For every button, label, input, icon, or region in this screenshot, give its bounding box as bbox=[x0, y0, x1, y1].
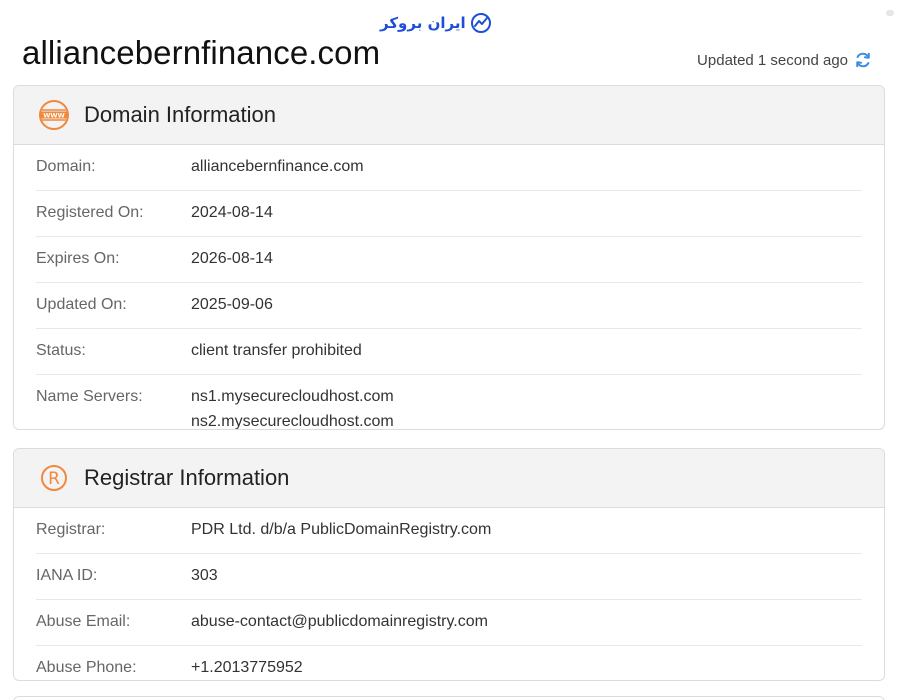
iana-id-label: IANA ID: bbox=[36, 567, 98, 584]
domain-label: Domain: bbox=[36, 158, 96, 175]
registrar-information-card: R Registrar Information Registrar: PDR L… bbox=[13, 448, 885, 681]
abuse-phone-label: Abuse Phone: bbox=[36, 659, 137, 676]
registrar-information-header: R Registrar Information bbox=[14, 449, 884, 508]
expires-on-label: Expires On: bbox=[36, 250, 120, 267]
updated-on-row: Updated On: 2025-09-06 bbox=[36, 283, 862, 329]
iana-id-row: IANA ID: 303 bbox=[36, 554, 862, 600]
expires-on-value: 2026-08-14 bbox=[191, 250, 273, 267]
next-card-edge bbox=[13, 696, 885, 700]
registered-on-value: 2024-08-14 bbox=[191, 204, 273, 221]
domain-information-header: WWW Domain Information bbox=[14, 86, 884, 145]
registrar-information-rows: Registrar: PDR Ltd. d/b/a PublicDomainRe… bbox=[14, 508, 884, 680]
registered-r-icon: R bbox=[38, 462, 70, 494]
domain-row: Domain: alliancebernfinance.com bbox=[36, 145, 862, 191]
domain-information-rows: Domain: alliancebernfinance.com Register… bbox=[14, 145, 884, 430]
status-label: Status: bbox=[36, 342, 86, 359]
expires-on-row: Expires On: 2026-08-14 bbox=[36, 237, 862, 283]
svg-text:R: R bbox=[48, 469, 60, 489]
name-servers-value: ns1.mysecurecloudhost.com ns2.mysecurecl… bbox=[191, 384, 394, 430]
registered-on-label: Registered On: bbox=[36, 204, 144, 221]
domain-information-card: WWW Domain Information Domain: allianceb… bbox=[13, 85, 885, 430]
name-server-2: ns2.mysecurecloudhost.com bbox=[191, 413, 394, 430]
abuse-email-value: abuse-contact@publicdomainregistry.com bbox=[191, 613, 488, 630]
name-servers-label: Name Servers: bbox=[36, 388, 143, 405]
domain-value: alliancebernfinance.com bbox=[191, 158, 364, 175]
updated-text: Updated 1 second ago bbox=[697, 51, 848, 69]
domain-information-title: Domain Information bbox=[84, 102, 276, 127]
refresh-icon[interactable] bbox=[854, 51, 872, 69]
status-row: Status: client transfer prohibited bbox=[36, 329, 862, 375]
watermark-logo: ایران بروکر bbox=[380, 12, 492, 34]
corner-decoration bbox=[886, 10, 894, 16]
registered-on-row: Registered On: 2024-08-14 bbox=[36, 191, 862, 237]
abuse-phone-value: +1.2013775952 bbox=[191, 659, 303, 676]
www-globe-icon: WWW bbox=[38, 99, 70, 131]
svg-text:WWW: WWW bbox=[43, 112, 65, 120]
abuse-phone-row: Abuse Phone: +1.2013775952 bbox=[36, 646, 862, 680]
updated-on-value: 2025-09-06 bbox=[191, 296, 273, 313]
page-title: alliancebernfinance.com bbox=[22, 34, 381, 71]
status-value: client transfer prohibited bbox=[191, 342, 362, 359]
registrar-label: Registrar: bbox=[36, 521, 106, 538]
name-servers-row: Name Servers: ns1.mysecurecloudhost.com … bbox=[36, 375, 862, 430]
abuse-email-row: Abuse Email: abuse-contact@publicdomainr… bbox=[36, 600, 862, 646]
abuse-email-label: Abuse Email: bbox=[36, 613, 131, 630]
updated-on-label: Updated On: bbox=[36, 296, 127, 313]
updated-status: Updated 1 second ago bbox=[697, 51, 872, 69]
chart-trend-icon bbox=[470, 13, 491, 33]
registrar-row: Registrar: PDR Ltd. d/b/a PublicDomainRe… bbox=[36, 508, 862, 554]
name-server-1: ns1.mysecurecloudhost.com bbox=[191, 388, 394, 405]
registrar-information-title: Registrar Information bbox=[84, 465, 290, 490]
registrar-value: PDR Ltd. d/b/a PublicDomainRegistry.com bbox=[191, 521, 492, 538]
watermark-text: ایران بروکر bbox=[380, 14, 466, 32]
iana-id-value: 303 bbox=[191, 567, 218, 584]
